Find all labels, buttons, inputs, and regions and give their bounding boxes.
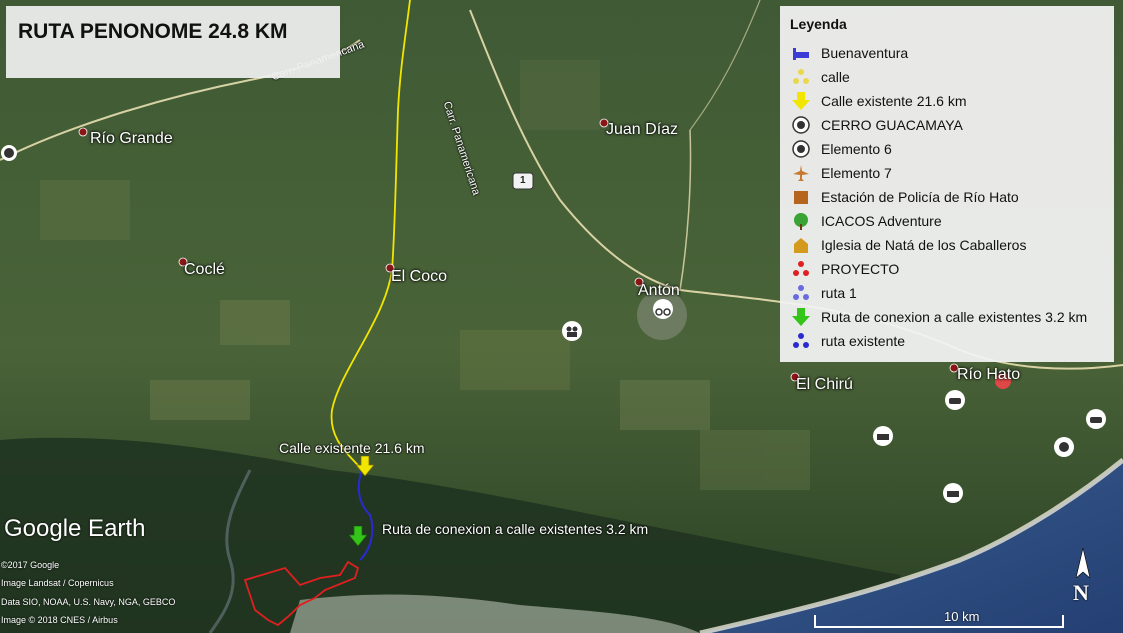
legend-title: Leyenda <box>790 16 847 32</box>
legend-item[interactable]: calle <box>792 66 850 88</box>
legend-item[interactable]: CERRO GUACAMAYA <box>792 114 963 136</box>
credit-line: ©2017 Google <box>1 560 60 570</box>
legend-item-label: Ruta de conexion a calle existentes 3.2 … <box>821 309 1088 325</box>
green-arrow-icon <box>792 308 810 326</box>
legend-panel: Leyenda Buenaventura calle Calle existente… <box>780 6 1114 362</box>
church-icon <box>792 236 810 254</box>
cyclist-icon[interactable] <box>652 298 674 320</box>
legend-item-label: PROYECTO <box>821 261 900 277</box>
circle-badge-icon[interactable] <box>1053 436 1075 458</box>
place-el-coco[interactable]: El Coco <box>391 268 447 286</box>
compass-arrow-icon[interactable] <box>1076 548 1090 578</box>
legend-item[interactable]: Iglesia de Natá de los Caballeros <box>792 234 1026 256</box>
legend-item-label: ICACOS Adventure <box>821 213 942 229</box>
legend-item[interactable]: Buenaventura <box>792 42 908 64</box>
credit-line: Image © 2018 CNES / Airbus <box>1 615 118 625</box>
legend-item[interactable]: ruta 1 <box>792 282 857 304</box>
blue-dots-icon <box>792 284 810 302</box>
legend-item[interactable]: Ruta de conexion a calle existentes 3.2 … <box>792 306 1087 328</box>
yellow-dots-icon <box>792 68 810 86</box>
map-title: RUTA PENONOME 24.8 KM <box>18 20 288 43</box>
title-box: RUTA PENONOME 24.8 KM <box>6 6 340 78</box>
place-el-chiru[interactable]: El Chirú <box>796 376 853 394</box>
tree-icon <box>792 212 810 230</box>
legend-item-label: calle <box>821 69 850 85</box>
place-anton[interactable]: Antón <box>638 282 680 300</box>
legend-item[interactable]: Estación de Policía de Río Hato <box>792 186 1019 208</box>
legend-item-label: ruta 1 <box>821 285 857 301</box>
legend-item[interactable]: ICACOS Adventure <box>792 210 942 232</box>
legend-item[interactable]: PROYECTO <box>792 258 899 280</box>
highway-number: 1 <box>520 175 526 186</box>
car-icon[interactable] <box>944 389 966 411</box>
legend-item-label: Estación de Policía de Río Hato <box>821 189 1019 205</box>
green-arrow-icon[interactable] <box>349 526 367 546</box>
compass-north[interactable]: N <box>1073 580 1089 606</box>
car-icon[interactable] <box>1085 408 1107 430</box>
legend-item-label: Elemento 7 <box>821 165 892 181</box>
darkblue-dots-icon <box>792 332 810 350</box>
atv-icon[interactable] <box>942 482 964 504</box>
cyclist-icon[interactable] <box>0 144 18 162</box>
place-cocle[interactable]: Coclé <box>184 261 225 279</box>
place-rio-grande[interactable]: Río Grande <box>90 130 173 148</box>
hiker-circle-icon <box>792 116 810 134</box>
legend-item-label: Iglesia de Natá de los Caballeros <box>821 237 1027 253</box>
place-juan-diaz[interactable]: Juan Díaz <box>606 121 678 139</box>
credit-line: Image Landsat / Copernicus <box>1 578 114 588</box>
people-icon[interactable] <box>561 320 583 342</box>
place-rio-hato[interactable]: Río Hato <box>957 366 1020 384</box>
legend-item[interactable]: Calle existente 21.6 km <box>792 90 967 112</box>
yellow-arrow-icon <box>792 92 810 110</box>
legend-item[interactable]: ruta existente <box>792 330 905 352</box>
police-icon <box>792 188 810 206</box>
credit-line: Data SIO, NOAA, U.S. Navy, NGA, GEBCO <box>1 597 176 607</box>
scale-label: 10 km <box>944 609 980 624</box>
annotation-ruta-conexion: Ruta de conexion a calle existentes 3.2 … <box>382 521 649 537</box>
google-earth-logo: Google Earth <box>4 515 146 542</box>
legend-item-label: ruta existente <box>821 333 906 349</box>
airplane-icon <box>792 164 810 182</box>
legend-item-label: CERRO GUACAMAYA <box>821 117 963 133</box>
legend-item-label: Elemento 6 <box>821 141 892 157</box>
annotation-calle-existente: Calle existente 21.6 km <box>279 440 425 456</box>
legend-item[interactable]: Elemento 7 <box>792 162 892 184</box>
red-dots-icon <box>792 260 810 278</box>
yellow-arrow-icon[interactable] <box>356 456 374 476</box>
legend-item-label: Calle existente 21.6 km <box>821 93 967 109</box>
bed-icon <box>792 44 810 62</box>
legend-item-label: Buenaventura <box>821 45 909 61</box>
legend-item[interactable]: Elemento 6 <box>792 138 892 160</box>
circle-badge-icon <box>792 140 810 158</box>
atv-icon[interactable] <box>872 425 894 447</box>
